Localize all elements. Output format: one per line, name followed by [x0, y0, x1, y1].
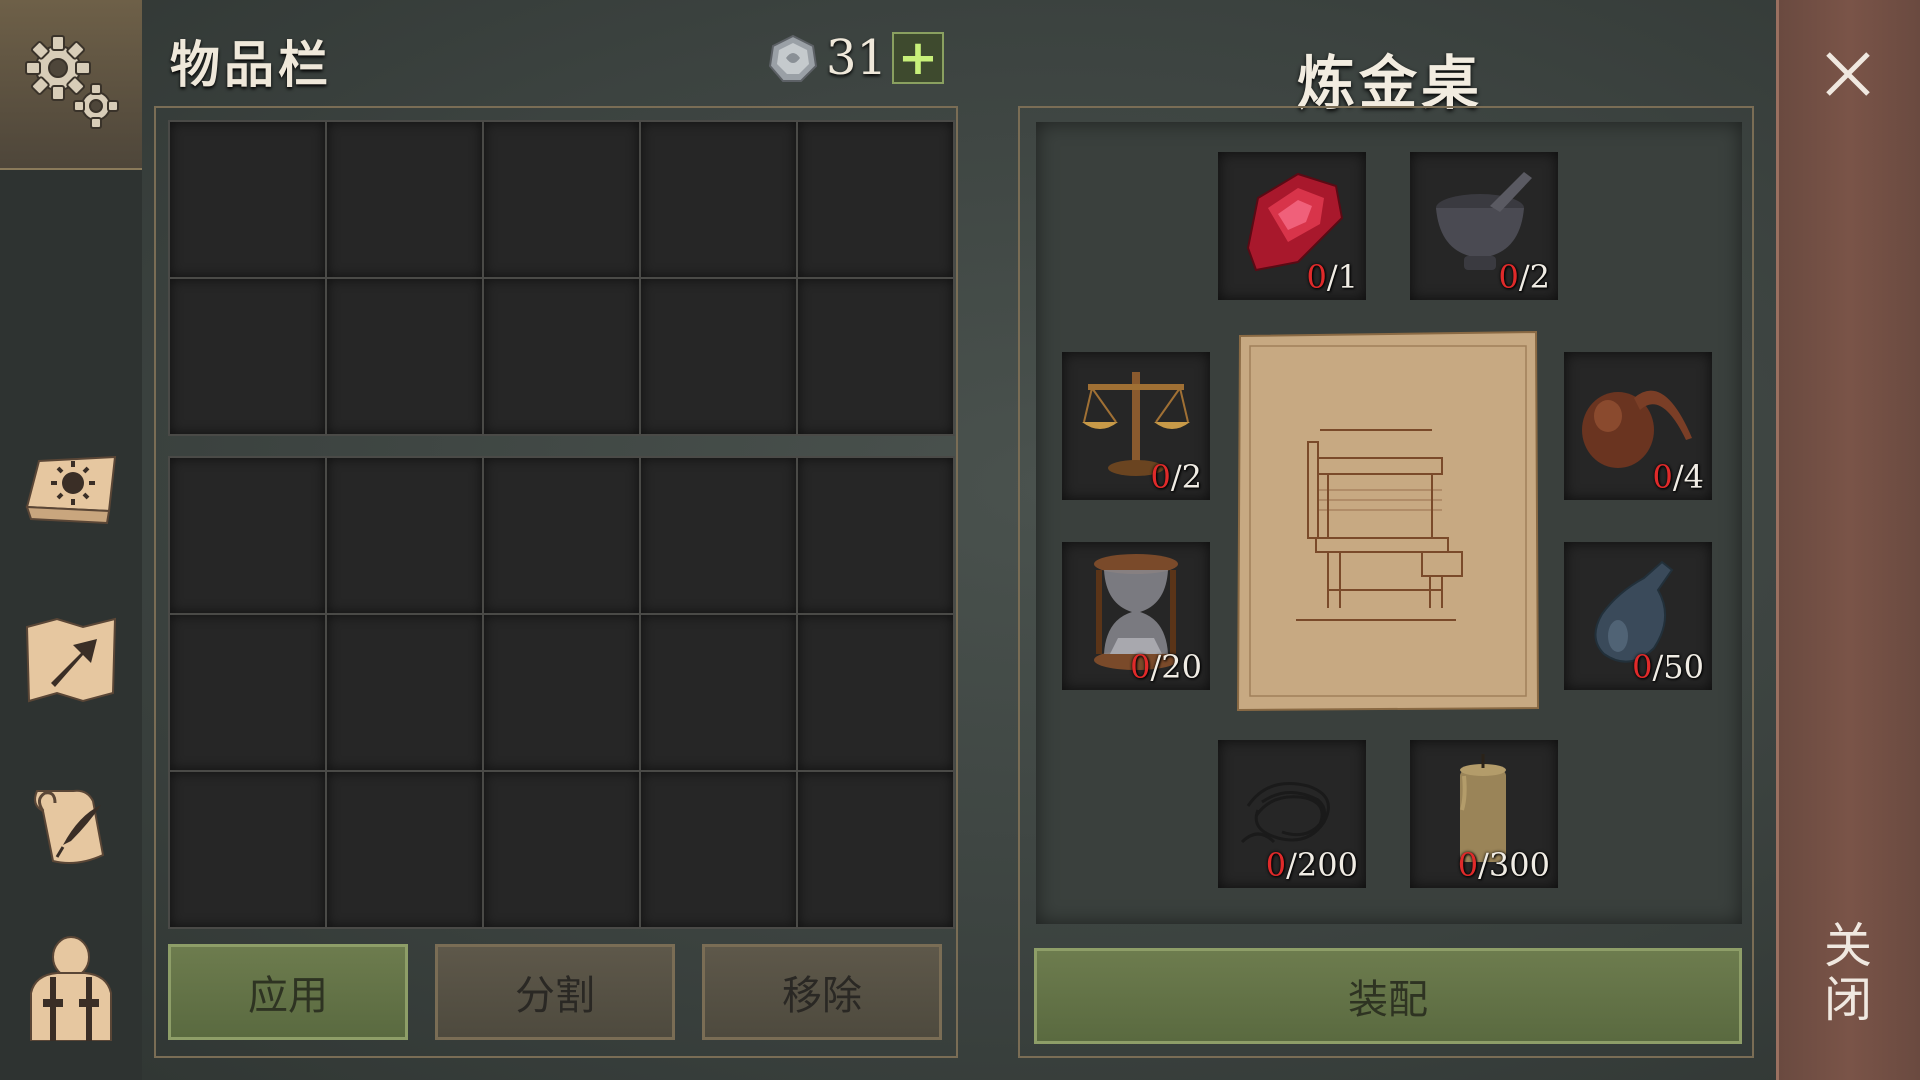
ingredient-need: /200 [1286, 846, 1358, 884]
journal-button[interactable] [12, 432, 130, 550]
close-strip[interactable] [1776, 0, 1920, 1080]
ingredient-need: /1 [1326, 258, 1358, 296]
ingredient-slot-retort[interactable]: 0/4 [1564, 352, 1712, 500]
ingredient-need: /20 [1150, 648, 1203, 686]
ingredient-slot-wire[interactable]: 0/200 [1218, 740, 1366, 888]
inventory-slot[interactable] [484, 615, 639, 770]
inventory-slot[interactable] [170, 458, 325, 613]
inventory-slot[interactable] [484, 122, 639, 277]
sun-book-icon [25, 455, 117, 525]
inventory-grid-bottom [168, 456, 955, 929]
settings-button[interactable] [0, 0, 142, 170]
scroll-quill-icon [34, 789, 105, 864]
sidebar [0, 0, 142, 1080]
ingredient-need: /50 [1652, 648, 1705, 686]
ingredient-have: 0 [1150, 458, 1171, 496]
ingredient-have: 0 [1306, 258, 1327, 296]
add-coins-button[interactable]: + [892, 32, 944, 84]
inventory-slot[interactable] [170, 772, 325, 927]
close-label[interactable]: 关闭 [1815, 920, 1878, 1028]
split-button[interactable]: 分割 [435, 944, 675, 1040]
inventory-slot[interactable] [327, 772, 482, 927]
inventory-slot[interactable] [798, 615, 953, 770]
character-icon [30, 936, 112, 1041]
inventory-slot[interactable] [170, 279, 325, 434]
ingredient-slot-candle[interactable]: 0/300 [1410, 740, 1558, 888]
remove-button[interactable]: 移除 [702, 944, 942, 1040]
inventory-slot[interactable] [327, 458, 482, 613]
ingredient-slot-scales[interactable]: 0/2 [1062, 352, 1210, 500]
inventory-slot[interactable] [327, 279, 482, 434]
ingredient-have: 0 [1130, 648, 1151, 686]
inventory-slot[interactable] [798, 279, 953, 434]
map-button[interactable] [12, 600, 130, 718]
ingredient-have: 0 [1632, 648, 1653, 686]
ingredient-slot-ruby[interactable]: 0/1 [1218, 152, 1366, 300]
ingredient-slot-flask[interactable]: 0/50 [1564, 542, 1712, 690]
assemble-button[interactable]: 装配 [1034, 948, 1742, 1044]
character-button[interactable] [12, 928, 130, 1046]
inventory-slot[interactable] [327, 122, 482, 277]
ingredient-slot-hourglass[interactable]: 0/20 [1062, 542, 1210, 690]
inventory-slot[interactable] [170, 122, 325, 277]
ingredient-need: /2 [1170, 458, 1202, 496]
inventory-slot[interactable] [641, 279, 796, 434]
ingredient-need: /300 [1478, 846, 1550, 884]
map-arrow-icon [25, 617, 117, 703]
plus-icon: + [897, 30, 939, 86]
inventory-slot[interactable] [641, 615, 796, 770]
ingredient-have: 0 [1265, 846, 1287, 884]
inventory-slot[interactable] [327, 615, 482, 770]
close-icon[interactable] [1822, 48, 1874, 100]
coin-count: 31 [826, 30, 888, 86]
ingredient-need: /4 [1672, 458, 1704, 496]
inventory-slot[interactable] [798, 772, 953, 927]
ingredient-have: 0 [1498, 258, 1519, 296]
ingredient-need: /2 [1518, 258, 1550, 296]
inventory-slot[interactable] [641, 458, 796, 613]
inventory-slot[interactable] [641, 772, 796, 927]
inventory-title: 物品栏 [170, 35, 332, 94]
gear-icon [25, 35, 119, 129]
inventory-slot[interactable] [170, 615, 325, 770]
coin-icon [768, 34, 818, 82]
inventory-slot[interactable] [484, 772, 639, 927]
inventory-slot[interactable] [641, 122, 796, 277]
apply-button[interactable]: 应用 [168, 944, 408, 1040]
ingredient-slot-mortar[interactable]: 0/2 [1410, 152, 1558, 300]
inventory-slot[interactable] [484, 458, 639, 613]
recipes-button[interactable] [12, 766, 130, 884]
inventory-slot[interactable] [798, 122, 953, 277]
inventory-slot[interactable] [484, 279, 639, 434]
inventory-grid-top [168, 120, 955, 436]
alchemy-table-blueprint [1236, 330, 1540, 712]
inventory-slot[interactable] [798, 458, 953, 613]
ingredient-have: 0 [1652, 458, 1673, 496]
ingredient-have: 0 [1457, 846, 1479, 884]
